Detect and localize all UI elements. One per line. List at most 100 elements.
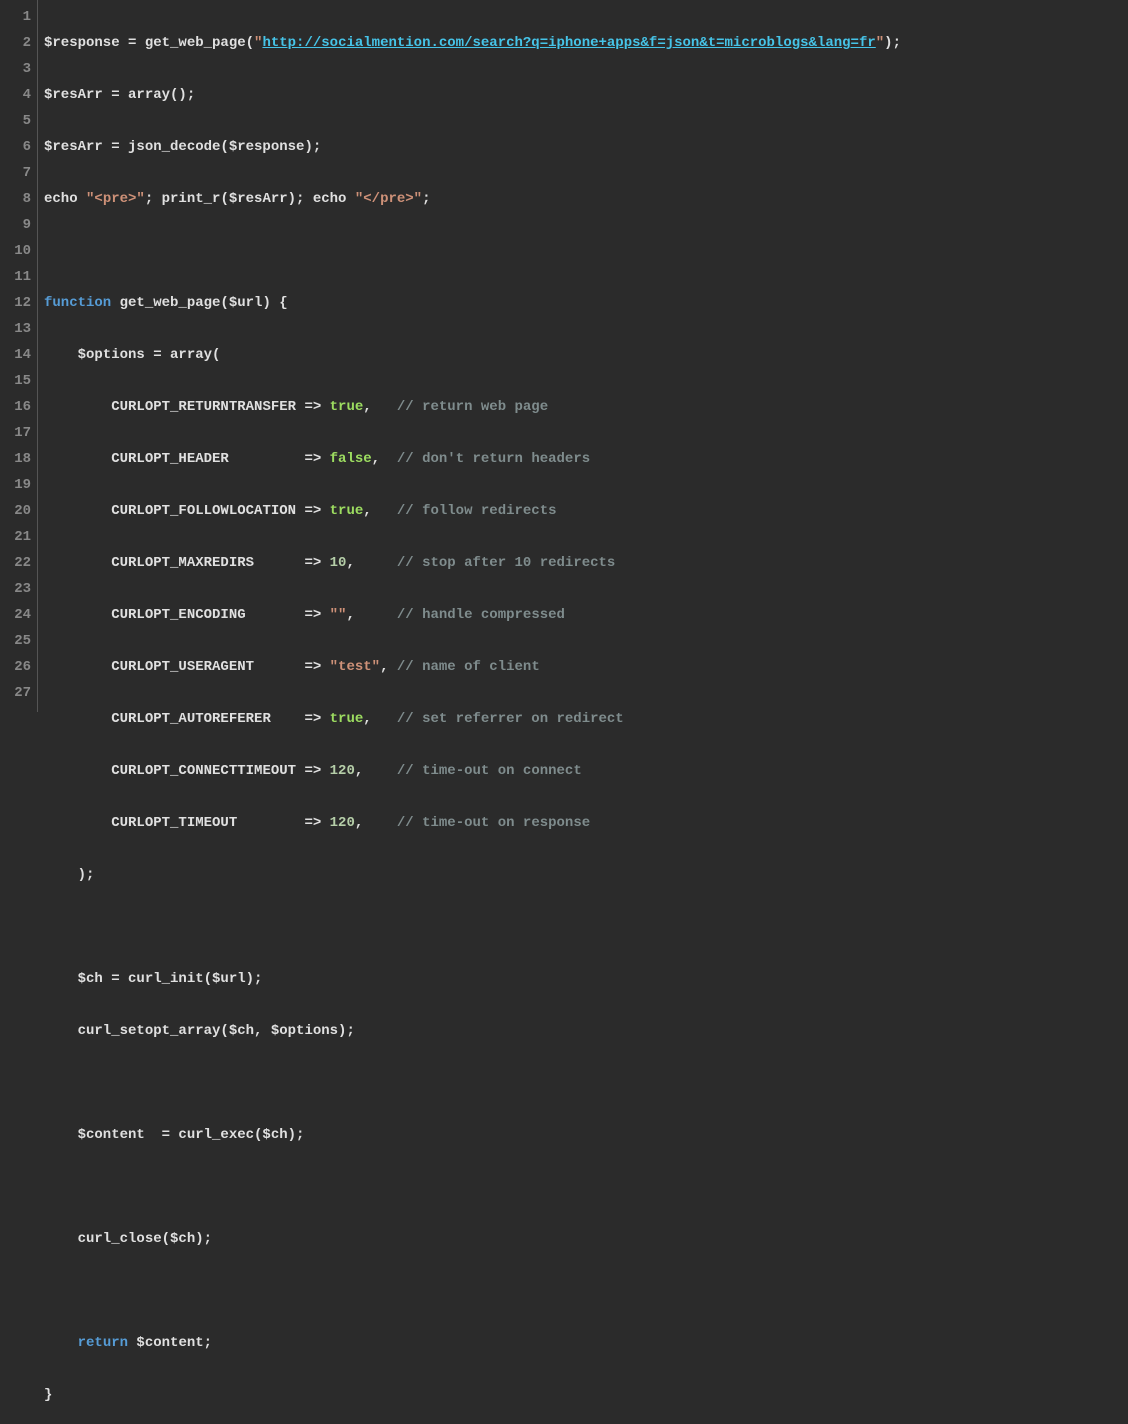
line-number: 10	[0, 238, 31, 264]
bool-literal: true	[330, 503, 364, 519]
code-text: ,	[346, 607, 396, 623]
code-text: ,	[346, 555, 396, 571]
string-quote: "	[876, 35, 884, 51]
indent	[44, 763, 111, 779]
comment: // stop after 10 redirects	[397, 555, 615, 571]
code-line-15[interactable]: CURLOPT_CONNECTTIMEOUT => 120, // time-o…	[44, 758, 1128, 784]
code-text: $content;	[128, 1335, 212, 1351]
code-line-14[interactable]: CURLOPT_AUTOREFERER => true, // set refe…	[44, 706, 1128, 732]
string-literal: "<pre>"	[86, 191, 145, 207]
code-area[interactable]: $response = get_web_page("http://socialm…	[38, 0, 1128, 712]
code-line-8[interactable]: CURLOPT_RETURNTRANSFER => true, // retur…	[44, 394, 1128, 420]
code-line-21[interactable]	[44, 1070, 1128, 1096]
line-number: 15	[0, 368, 31, 394]
code-line-18[interactable]	[44, 914, 1128, 940]
line-number: 8	[0, 186, 31, 212]
code-line-13[interactable]: CURLOPT_USERAGENT => "test", // name of …	[44, 654, 1128, 680]
code-text: ; print_r($resArr); echo	[145, 191, 355, 207]
code-text: curl_close($ch);	[44, 1231, 212, 1247]
line-number: 22	[0, 550, 31, 576]
code-line-2[interactable]: $resArr = array();	[44, 82, 1128, 108]
line-number: 11	[0, 264, 31, 290]
code-text: $resArr = array();	[44, 87, 195, 103]
code-line-10[interactable]: CURLOPT_FOLLOWLOCATION => true, // follo…	[44, 498, 1128, 524]
number-literal: 10	[330, 555, 347, 571]
comment: // set referrer on redirect	[397, 711, 624, 727]
comment: // don't return headers	[397, 451, 590, 467]
indent	[44, 451, 111, 467]
comment: // name of client	[397, 659, 540, 675]
code-line-12[interactable]: CURLOPT_ENCODING => "", // handle compre…	[44, 602, 1128, 628]
indent	[44, 1335, 78, 1351]
code-line-17[interactable]: );	[44, 862, 1128, 888]
code-line-5[interactable]	[44, 238, 1128, 264]
code-line-1[interactable]: $response = get_web_page("http://socialm…	[44, 30, 1128, 56]
code-text: CURLOPT_ENCODING =>	[111, 607, 329, 623]
code-line-16[interactable]: CURLOPT_TIMEOUT => 120, // time-out on r…	[44, 810, 1128, 836]
line-number: 16	[0, 394, 31, 420]
line-number: 20	[0, 498, 31, 524]
code-line-4[interactable]: echo "<pre>"; print_r($resArr); echo "</…	[44, 186, 1128, 212]
code-text: CURLOPT_MAXREDIRS =>	[111, 555, 329, 571]
line-number: 17	[0, 420, 31, 446]
line-number: 9	[0, 212, 31, 238]
number-literal: 120	[330, 763, 355, 779]
code-line-11[interactable]: CURLOPT_MAXREDIRS => 10, // stop after 1…	[44, 550, 1128, 576]
code-line-22[interactable]: $content = curl_exec($ch);	[44, 1122, 1128, 1148]
line-number: 14	[0, 342, 31, 368]
code-line-24[interactable]: curl_close($ch);	[44, 1226, 1128, 1252]
code-text: ,	[355, 815, 397, 831]
code-line-20[interactable]: curl_setopt_array($ch, $options);	[44, 1018, 1128, 1044]
comment: // time-out on connect	[397, 763, 582, 779]
line-number: 19	[0, 472, 31, 498]
comment: // time-out on response	[397, 815, 590, 831]
code-text: echo	[44, 191, 86, 207]
line-number: 4	[0, 82, 31, 108]
code-text: ,	[363, 711, 397, 727]
string-literal: ""	[330, 607, 347, 623]
line-gutter: 1 2 3 4 5 6 7 8 9 10 11 12 13 14 15 16 1…	[0, 0, 38, 712]
line-number: 18	[0, 446, 31, 472]
code-line-19[interactable]: $ch = curl_init($url);	[44, 966, 1128, 992]
code-line-9[interactable]: CURLOPT_HEADER => false, // don't return…	[44, 446, 1128, 472]
keyword: function	[44, 295, 111, 311]
code-text: ,	[363, 399, 397, 415]
line-number: 24	[0, 602, 31, 628]
code-line-26[interactable]: return $content;	[44, 1330, 1128, 1356]
line-number: 2	[0, 30, 31, 56]
line-number: 13	[0, 316, 31, 342]
line-number: 1	[0, 4, 31, 30]
code-text: );	[884, 35, 901, 51]
code-line-6[interactable]: function get_web_page($url) {	[44, 290, 1128, 316]
line-number: 12	[0, 290, 31, 316]
code-editor: 1 2 3 4 5 6 7 8 9 10 11 12 13 14 15 16 1…	[0, 0, 1128, 712]
indent	[44, 503, 111, 519]
code-text: $ch = curl_init($url);	[44, 971, 262, 987]
line-number: 3	[0, 56, 31, 82]
code-text: $options = array(	[44, 347, 220, 363]
code-text: ,	[355, 763, 397, 779]
indent	[44, 399, 111, 415]
indent	[44, 659, 111, 675]
code-text: ,	[363, 503, 397, 519]
code-text: ;	[422, 191, 430, 207]
code-line-25[interactable]	[44, 1278, 1128, 1304]
code-text: get_web_page($url) {	[111, 295, 287, 311]
code-line-23[interactable]	[44, 1174, 1128, 1200]
code-text: CURLOPT_RETURNTRANSFER =>	[111, 399, 329, 415]
code-text: );	[44, 867, 94, 883]
code-text: CURLOPT_CONNECTTIMEOUT =>	[111, 763, 329, 779]
indent	[44, 555, 111, 571]
bool-literal: false	[330, 451, 372, 467]
comment: // follow redirects	[397, 503, 557, 519]
code-line-7[interactable]: $options = array(	[44, 342, 1128, 368]
keyword: return	[78, 1335, 128, 1351]
number-literal: 120	[330, 815, 355, 831]
line-number: 25	[0, 628, 31, 654]
line-number: 26	[0, 654, 31, 680]
code-line-3[interactable]: $resArr = json_decode($response);	[44, 134, 1128, 160]
code-text: CURLOPT_HEADER =>	[111, 451, 329, 467]
code-text: $content = curl_exec($ch);	[44, 1127, 304, 1143]
code-line-27[interactable]: }	[44, 1382, 1128, 1408]
code-text: $response = get_web_page(	[44, 35, 254, 51]
